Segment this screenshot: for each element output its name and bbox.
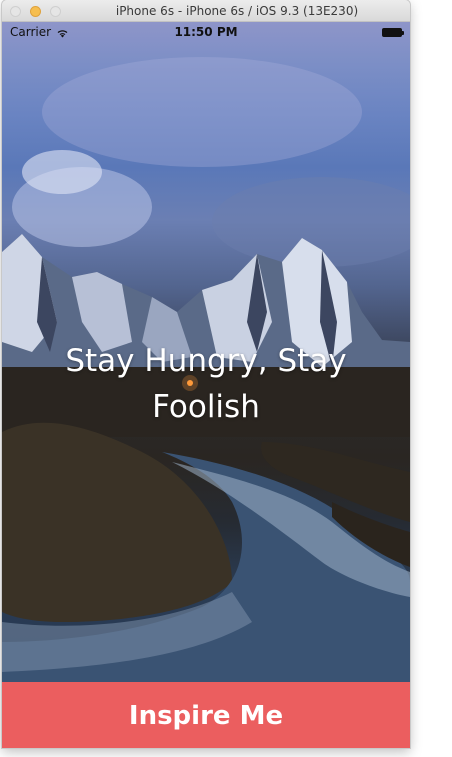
battery-icon — [382, 28, 404, 37]
close-window-button[interactable] — [10, 6, 21, 17]
minimize-window-button[interactable] — [30, 6, 41, 17]
inspire-me-button[interactable]: Inspire Me — [2, 682, 410, 748]
status-bar: Carrier 11:50 PM — [2, 22, 410, 42]
quote-text: Stay Hungry, Stay Foolish — [65, 343, 347, 425]
status-time: 11:50 PM — [174, 25, 238, 39]
zoom-window-button[interactable] — [50, 6, 61, 17]
window-titlebar[interactable]: iPhone 6s - iPhone 6s / iOS 9.3 (13E230) — [2, 0, 410, 22]
phone-screen: Carrier 11:50 PM Stay Hungry, Stay Fooli… — [2, 22, 410, 748]
window-title: iPhone 6s - iPhone 6s / iOS 9.3 (13E230) — [115, 4, 359, 18]
simulator-window: iPhone 6s - iPhone 6s / iOS 9.3 (13E230) — [2, 0, 410, 748]
